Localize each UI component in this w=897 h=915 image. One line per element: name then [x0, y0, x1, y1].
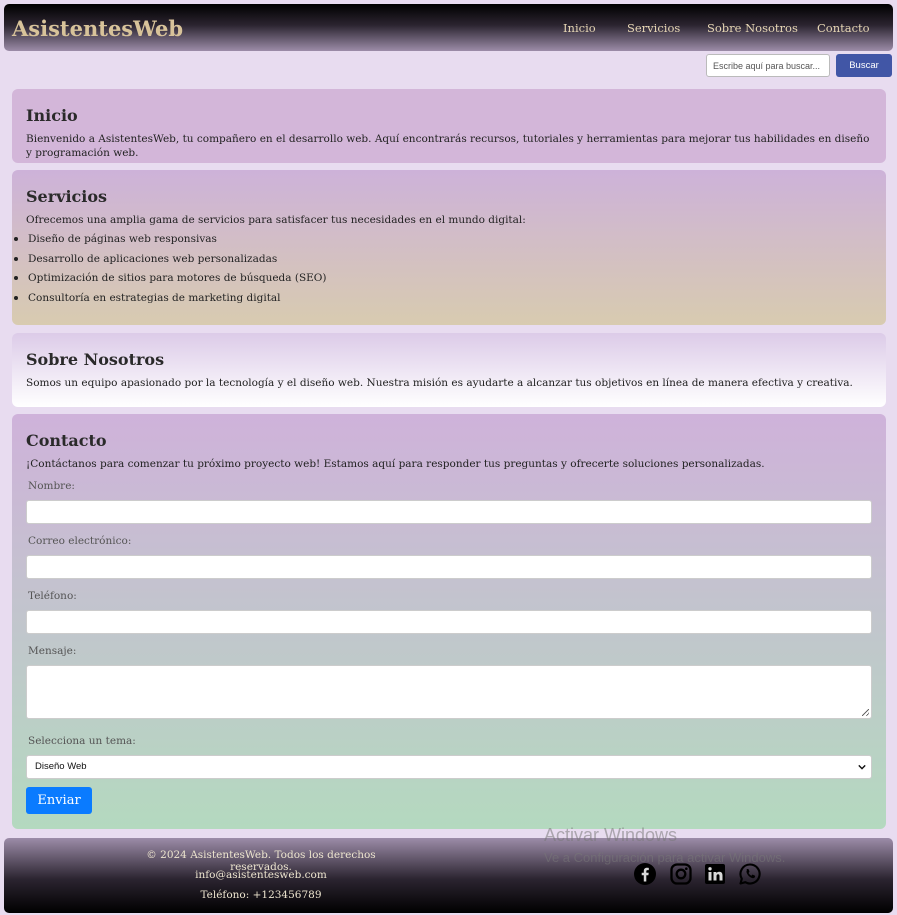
section-title: Inicio [26, 106, 78, 125]
section-text: Bienvenido a AsistentesWeb, tu compañero… [26, 133, 870, 159]
linkedin-icon[interactable] [703, 862, 727, 886]
send-button[interactable]: Enviar [26, 787, 92, 814]
resize-handle-icon[interactable] [862, 709, 869, 716]
section-servicios: Servicios Ofrecemos una amplia gama de s… [12, 170, 886, 325]
site-logo[interactable]: AsistentesWeb [12, 16, 183, 41]
footer-email[interactable]: info@asistentesweb.com [131, 869, 391, 881]
search-button[interactable]: Buscar [836, 54, 892, 77]
section-inicio: Inicio Bienvenido a AsistentesWeb, tu co… [12, 89, 886, 163]
site-header: AsistentesWeb Inicio Servicios Sobre Nos… [4, 4, 893, 51]
section-title: Servicios [26, 187, 108, 206]
nav-link-sobre-nosotros[interactable]: Sobre Nosotros [707, 21, 798, 35]
windows-activation-subtitle: Ve a Configuración para activar Windows. [544, 850, 786, 865]
message-label: Mensaje: [28, 645, 77, 657]
name-label: Nombre: [28, 480, 75, 492]
search-input[interactable] [706, 54, 830, 77]
windows-activation-title: Activar Windows [544, 825, 678, 845]
section-title: Sobre Nosotros [26, 350, 165, 369]
nav-link-contacto[interactable]: Contacto [817, 21, 870, 35]
instagram-icon[interactable] [669, 862, 693, 886]
topic-select[interactable]: Diseño Web [26, 755, 872, 779]
name-field[interactable] [26, 500, 872, 524]
whatsapp-icon[interactable] [738, 862, 762, 886]
services-list: Diseño de páginas web responsivas Desarr… [14, 232, 872, 311]
section-title: Contacto [26, 431, 107, 450]
email-field[interactable] [26, 555, 872, 579]
email-label: Correo electrónico: [28, 535, 132, 547]
list-item: Diseño de páginas web responsivas [14, 232, 872, 252]
footer-phone: Teléfono: +123456789 [200, 889, 322, 901]
list-item: Desarrollo de aplicaciones web personali… [14, 252, 872, 272]
list-item: Consultoría en estrategias de marketing … [14, 291, 872, 311]
phone-field[interactable] [26, 610, 872, 634]
chevron-down-icon [858, 764, 866, 770]
section-contacto: Contacto ¡Contáctanos para comenzar tu p… [12, 414, 886, 829]
facebook-icon[interactable] [633, 862, 657, 886]
topic-label: Selecciona un tema: [28, 735, 136, 747]
nav-link-servicios[interactable]: Servicios [627, 21, 680, 35]
topic-selected-value: Diseño Web [35, 761, 87, 772]
nav-link-inicio[interactable]: Inicio [563, 21, 596, 35]
section-text: ¡Contáctanos para comenzar tu próximo pr… [26, 458, 765, 470]
section-text: Somos un equipo apasionado por la tecnol… [26, 377, 853, 389]
list-item: Optimización de sitios para motores de b… [14, 271, 872, 291]
section-text: Ofrecemos una amplia gama de servicios p… [26, 214, 526, 226]
message-textarea[interactable] [26, 665, 872, 719]
phone-label: Teléfono: [28, 590, 77, 602]
section-sobre-nosotros: Sobre Nosotros Somos un equipo apasionad… [12, 333, 886, 407]
